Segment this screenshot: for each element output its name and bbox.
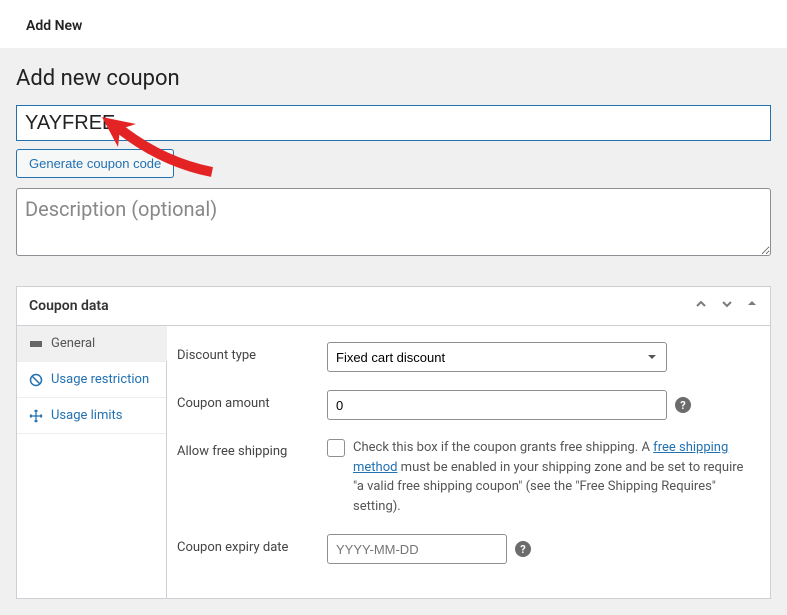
tab-usage-limits[interactable]: Usage limits: [17, 398, 166, 434]
expiry-label: Coupon expiry date: [177, 534, 327, 555]
add-new-heading: Add New: [26, 18, 82, 34]
ticket-icon: [29, 337, 43, 351]
panel-toggle-icon[interactable]: [746, 297, 758, 315]
top-bar: Add New: [0, 0, 787, 48]
tab-general[interactable]: General: [17, 326, 166, 362]
block-icon: [29, 373, 43, 387]
panel-up-icon[interactable]: [694, 297, 708, 315]
panel-body: General Usage restriction Usage limits: [17, 326, 770, 598]
free-shipping-checkbox[interactable]: [327, 439, 345, 457]
tab-label: Usage restriction: [51, 372, 149, 387]
tab-usage-restriction[interactable]: Usage restriction: [17, 362, 166, 398]
free-shipping-label: Allow free shipping: [177, 438, 327, 459]
free-shipping-description: Check this box if the coupon grants free…: [353, 438, 753, 516]
panel-down-icon[interactable]: [720, 297, 734, 315]
form-area: Discount type Fixed cart discount Coupon…: [167, 326, 770, 598]
page-title: Add new coupon: [16, 66, 771, 91]
discount-type-select[interactable]: Fixed cart discount: [327, 342, 667, 372]
coupon-amount-label: Coupon amount: [177, 390, 327, 411]
help-icon[interactable]: ?: [515, 541, 531, 557]
panel-header: Coupon data: [17, 287, 770, 326]
panel-title: Coupon data: [29, 298, 109, 314]
coupon-data-panel: Coupon data: [16, 286, 771, 599]
tab-label: General: [51, 336, 95, 351]
discount-type-label: Discount type: [177, 342, 327, 363]
coupon-amount-input[interactable]: [327, 390, 667, 420]
tab-label: Usage limits: [51, 408, 122, 423]
side-tabs: General Usage restriction Usage limits: [17, 326, 167, 598]
generate-coupon-button[interactable]: Generate coupon code: [16, 149, 174, 178]
coupon-description-input[interactable]: [16, 188, 771, 256]
coupon-code-input[interactable]: [16, 105, 771, 141]
expiry-date-input[interactable]: [327, 534, 507, 564]
move-icon: [29, 409, 43, 423]
help-icon[interactable]: ?: [675, 397, 691, 413]
